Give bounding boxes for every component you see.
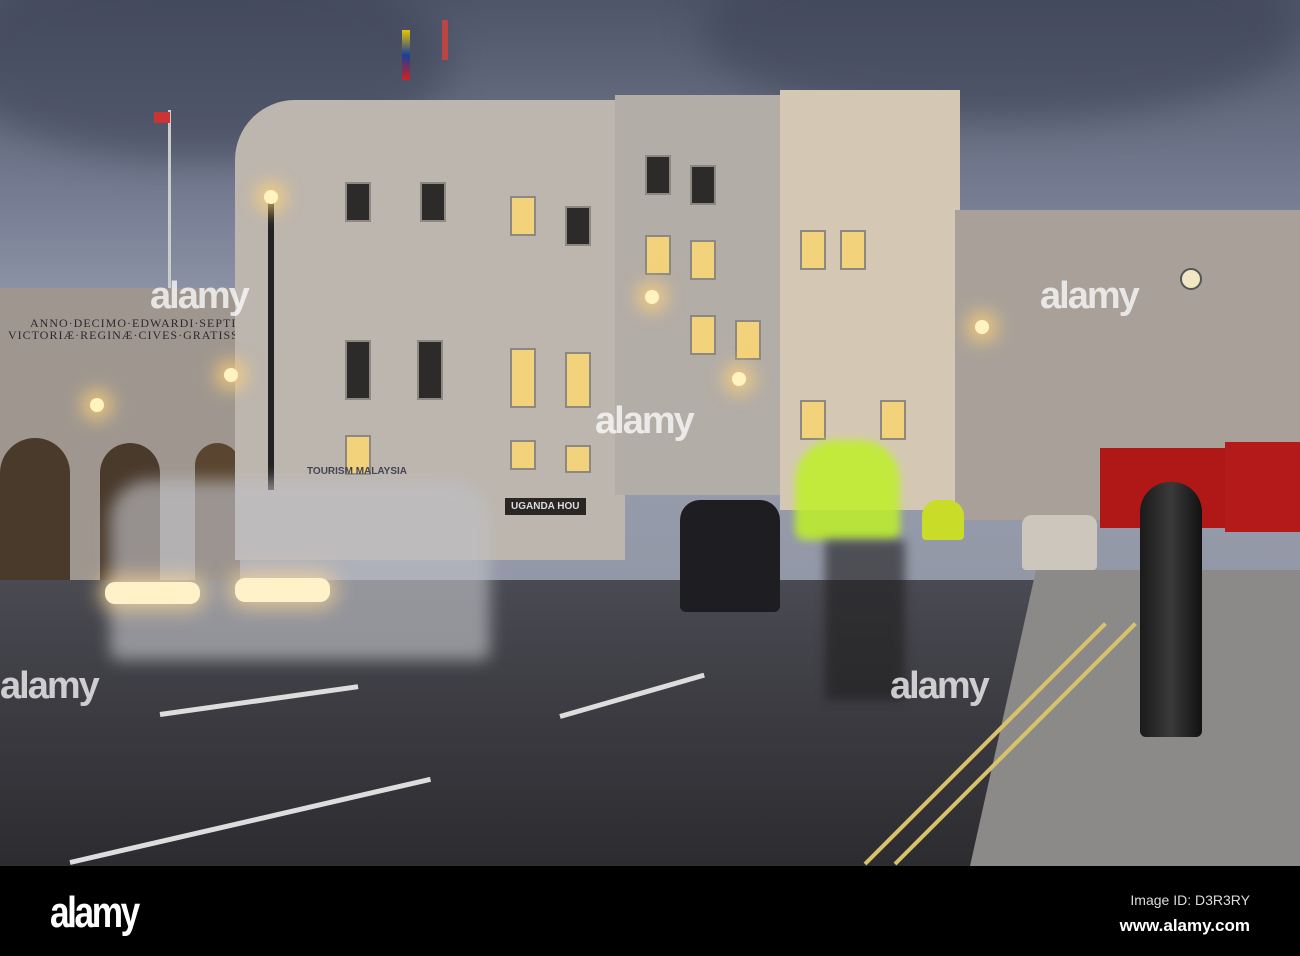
bollard [1140,482,1202,737]
uganda-house-sign: UGANDA HOU [505,498,586,515]
window [565,445,591,473]
window [880,400,906,440]
window [690,165,716,205]
street-lamp [645,290,659,304]
window [690,315,716,355]
lamp-post [268,200,274,490]
window [345,182,371,222]
window [645,155,671,195]
alamy-logo: alamy [50,888,140,937]
union-flag [154,112,170,123]
flag [402,30,410,80]
cyclist [922,500,964,540]
street-lamp [224,368,238,382]
watermark: alamy [595,400,695,442]
street-lamp [264,190,278,204]
window [417,340,443,400]
street-lamp [90,398,104,412]
cyclist-hi-vis [795,440,900,540]
clock-icon [1180,268,1202,290]
red-bus [1225,442,1300,532]
window [565,352,591,408]
tourism-malaysia-sign: TOURISM MALAYSIA [307,466,408,477]
street-lamp [732,372,746,386]
blurred-taxi [110,480,490,660]
window [735,320,761,360]
street-photo: ANNO·DECIMO·EDWARDI·SEPTIMI·REGIS VICTOR… [0,0,1300,866]
alamy-url: www.alamy.com [1119,916,1250,935]
window [510,348,536,408]
taxi [1022,515,1097,570]
window [510,196,536,236]
street-lamp [975,320,989,334]
arch-opening [0,438,70,588]
window [690,240,716,280]
window [510,440,536,470]
watermark: alamy [1040,275,1140,317]
headlight [105,582,200,604]
headlight [235,578,330,602]
watermark: alamy [0,665,100,707]
flagpole [168,110,171,300]
watermark: alamy [890,665,990,707]
watermark: alamy [150,275,250,317]
window [840,230,866,270]
image-id: Image ID: D3R3RY [1130,892,1250,908]
window [645,235,671,275]
black-cab [680,500,780,612]
window [800,230,826,270]
window [800,400,826,440]
window [565,206,591,246]
flag [442,20,448,60]
window [345,340,371,400]
window [420,182,446,222]
